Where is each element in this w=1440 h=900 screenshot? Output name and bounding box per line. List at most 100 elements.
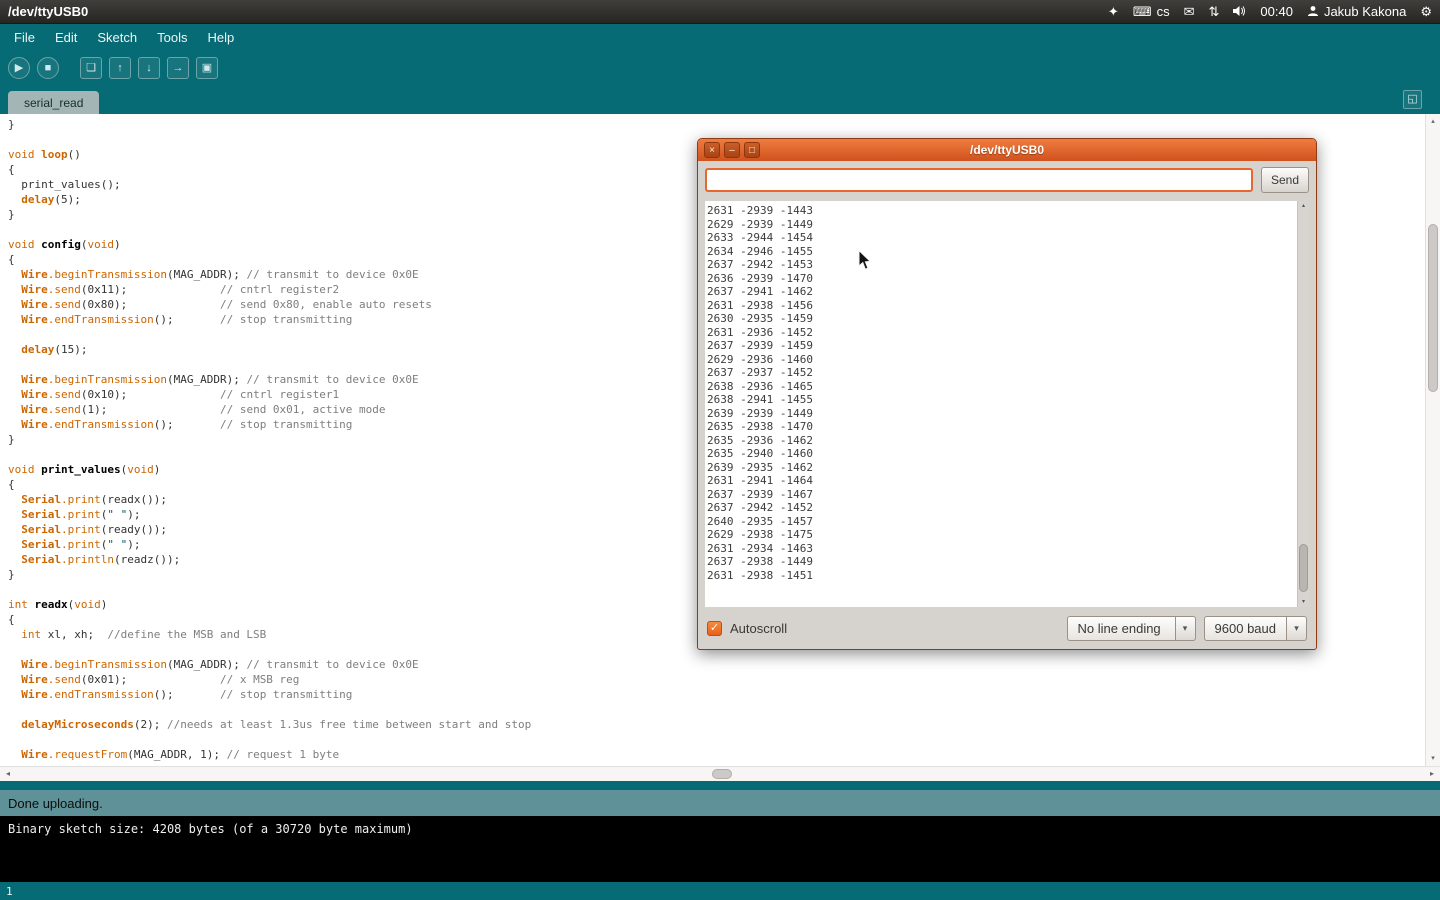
serial-monitor-titlebar[interactable]: ×–□ /dev/ttyUSB0 [698, 139, 1316, 161]
starred-indicator-icon: ✦ [1108, 5, 1119, 18]
serial-monitor-window: ×–□ /dev/ttyUSB0 Send 2631 -2939 -144326… [697, 138, 1317, 650]
code-line [8, 732, 1425, 747]
menu-sketch[interactable]: Sketch [87, 26, 147, 49]
serial-monitor-button[interactable]: ▣ [196, 57, 218, 79]
upload-button[interactable]: → [167, 57, 189, 79]
keyboard-layout-indicator[interactable]: ⌨cs [1133, 4, 1170, 19]
network-traffic-icon[interactable]: ⇅ [1208, 5, 1219, 18]
editor-vertical-scrollbar[interactable]: ▴ ▾ [1425, 114, 1440, 766]
maximize-button[interactable]: □ [744, 142, 760, 158]
verify-button[interactable]: ▶ [8, 57, 30, 79]
scroll-up-icon[interactable]: ▴ [1426, 115, 1440, 128]
code-line: } [8, 117, 1425, 132]
serial-scrollbar-thumb[interactable] [1299, 544, 1308, 592]
tab-menu-button[interactable]: ◱ [1403, 90, 1422, 109]
messaging-indicator-icon[interactable]: ✦ [1108, 5, 1119, 18]
baud-rate-value[interactable]: 9600 baud [1204, 616, 1286, 641]
serial-line: 2631 -2938 -1451 [707, 569, 1297, 583]
serial-line: 2631 -2938 -1456 [707, 299, 1297, 313]
toolbar: ▶ ■ ❏ ↑ ↓ → ▣ [0, 50, 1440, 86]
divider [0, 781, 1440, 790]
serial-line: 2635 -2940 -1460 [707, 447, 1297, 461]
serial-line: 2629 -2938 -1475 [707, 528, 1297, 542]
user-menu[interactable]: Jakub Kakona [1307, 4, 1406, 19]
menu-help[interactable]: Help [197, 26, 244, 49]
line-ending-value[interactable]: No line ending [1067, 616, 1175, 641]
new-icon: ❏ [86, 62, 96, 74]
autoscroll-label: Autoscroll [730, 621, 787, 636]
session-gear-icon: ⚙ [1420, 5, 1432, 18]
check-icon: ✓ [710, 622, 719, 634]
serial-input-row: Send [705, 167, 1309, 193]
line-ending-select[interactable]: No line ending ▾ [1067, 616, 1196, 641]
save-button[interactable]: ↓ [138, 57, 160, 79]
baud-dropdown-button[interactable]: ▾ [1286, 616, 1307, 641]
stop-button[interactable]: ■ [37, 57, 59, 79]
scroll-left-icon[interactable]: ◂ [1, 767, 15, 781]
code-line: Wire.beginTransmission(MAG_ADDR); // tra… [8, 657, 1425, 672]
serial-line: 2638 -2941 -1455 [707, 393, 1297, 407]
verify-icon: ▶ [15, 62, 23, 74]
menu-file[interactable]: File [4, 26, 45, 49]
stop-icon: ■ [45, 62, 52, 74]
mail-indicator-icon[interactable]: ✉ [1184, 5, 1195, 18]
new-sketch-button[interactable]: ❏ [80, 57, 102, 79]
serial-monitor-controls: ✓ Autoscroll No line ending ▾ 9600 baud … [705, 607, 1309, 649]
autoscroll-checkbox[interactable]: ✓ [707, 621, 722, 636]
serial-input[interactable] [705, 168, 1253, 192]
serial-line: 2634 -2946 -1455 [707, 245, 1297, 259]
status-message: Done uploading. [8, 796, 103, 811]
baud-rate-select[interactable]: 9600 baud ▾ [1204, 616, 1307, 641]
serial-line: 2639 -2939 -1449 [707, 407, 1297, 421]
menu-tools[interactable]: Tools [147, 26, 197, 49]
footer-strip: 1 [0, 882, 1440, 900]
serial-line: 2635 -2938 -1470 [707, 420, 1297, 434]
serial-scrollbar[interactable]: ▴ ▾ [1297, 201, 1309, 607]
menu-bar: FileEditSketchToolsHelp [0, 24, 1440, 50]
open-button[interactable]: ↑ [109, 57, 131, 79]
save-icon: ↓ [146, 62, 152, 74]
user-menu-label: Jakub Kakona [1324, 4, 1406, 19]
session-menu-icon[interactable]: ⚙ [1420, 5, 1432, 18]
serial-line: 2629 -2936 -1460 [707, 353, 1297, 367]
chevron-down-icon: ▾ [1183, 623, 1188, 633]
line-ending-dropdown-button[interactable]: ▾ [1175, 616, 1196, 641]
code-line: delayMicroseconds(2); //needs at least 1… [8, 717, 1425, 732]
volume-icon[interactable] [1233, 5, 1246, 19]
volume-icon [1233, 5, 1246, 19]
scroll-down-icon[interactable]: ▾ [1298, 597, 1309, 607]
build-console: Binary sketch size: 4208 bytes (of a 307… [0, 816, 1440, 882]
serial-line: 2631 -2936 -1452 [707, 326, 1297, 340]
send-button[interactable]: Send [1261, 167, 1309, 193]
line-number: 1 [6, 885, 13, 898]
network-arrows-icon: ⇅ [1208, 5, 1219, 18]
serial-line: 2635 -2936 -1462 [707, 434, 1297, 448]
tab-serial-read[interactable]: serial_read [8, 91, 99, 114]
menu-edit[interactable]: Edit [45, 26, 87, 49]
minimize-button[interactable]: – [724, 142, 740, 158]
serial-output-area: 2631 -2939 -14432629 -2939 -14492633 -29… [705, 201, 1309, 607]
serial-monitor-title: /dev/ttyUSB0 [970, 143, 1044, 157]
serial-line: 2630 -2935 -1459 [707, 312, 1297, 326]
serial-line: 2637 -2942 -1452 [707, 501, 1297, 515]
editor-hscroll-thumb[interactable] [712, 769, 732, 779]
code-line: Wire.endTransmission(); // stop transmit… [8, 687, 1425, 702]
window-buttons: ×–□ [704, 142, 760, 158]
clock[interactable]: 00:40 [1260, 4, 1293, 19]
serial-line: 2640 -2935 -1457 [707, 515, 1297, 529]
scroll-down-icon[interactable]: ▾ [1426, 752, 1440, 765]
open-icon: ↑ [117, 62, 123, 74]
scroll-right-icon[interactable]: ▸ [1425, 767, 1439, 781]
scroll-up-icon[interactable]: ▴ [1298, 201, 1309, 211]
editor-horizontal-scrollbar[interactable]: ◂ ▸ [0, 766, 1440, 781]
serial-output-list: 2631 -2939 -14432629 -2939 -14492633 -29… [705, 201, 1297, 607]
tab-menu-icon: ◱ [1407, 93, 1417, 105]
close-button[interactable]: × [704, 142, 720, 158]
serial-line: 2637 -2939 -1467 [707, 488, 1297, 502]
code-line: Wire.requestFrom(MAG_ADDR, 1); // reques… [8, 747, 1425, 762]
panel-indicators: ✦ ⌨cs ✉ ⇅ 00:40 Jakub Kakona ⚙ [1108, 4, 1432, 19]
editor-vscroll-thumb[interactable] [1428, 224, 1438, 392]
serial-line: 2629 -2939 -1449 [707, 218, 1297, 232]
serial-monitor-icon: ▣ [202, 62, 212, 74]
minimize-icon: – [729, 145, 735, 156]
